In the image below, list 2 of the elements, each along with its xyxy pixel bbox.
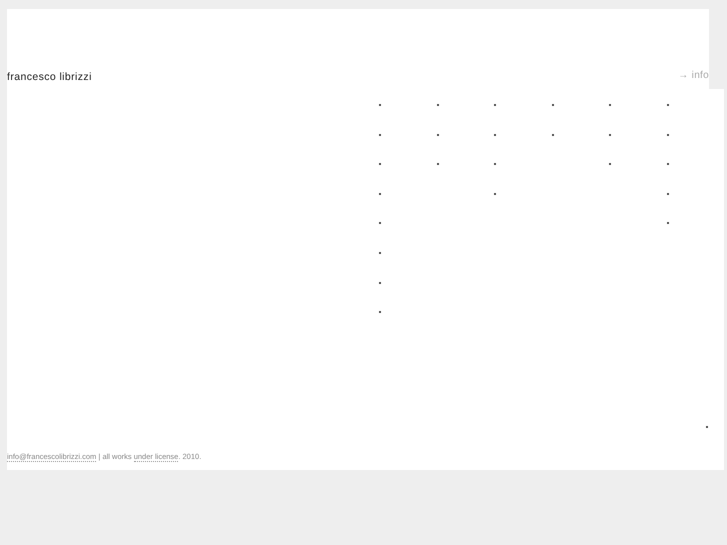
site-title: francesco librizzi bbox=[7, 71, 92, 83]
info-link[interactable]: → info bbox=[678, 70, 709, 81]
